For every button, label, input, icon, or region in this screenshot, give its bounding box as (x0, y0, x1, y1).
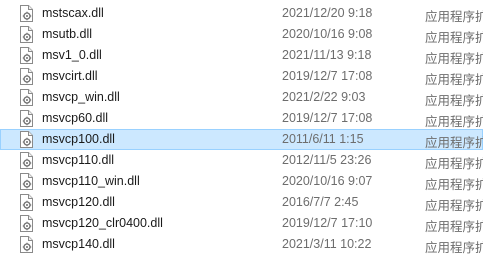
dll-file-icon (19, 47, 34, 64)
dll-file-icon (19, 89, 34, 106)
file-row[interactable]: msvcp110_win.dll 2020/10/16 9:07 应用程序扩 (0, 171, 483, 192)
file-date-modified: 2020/10/16 9:08 (282, 27, 373, 41)
file-row[interactable]: msv1_0.dll 2021/11/13 9:18 应用程序扩 (0, 45, 483, 66)
file-row[interactable]: msutb.dll 2020/10/16 9:08 应用程序扩 (0, 24, 483, 45)
file-date-modified: 2016/7/7 2:45 (282, 195, 359, 209)
file-name: msvcp120.dll (42, 195, 115, 209)
dll-file-icon (19, 68, 34, 85)
file-type: 应用程序扩 (425, 31, 483, 45)
dll-file-icon (19, 26, 34, 43)
file-row[interactable]: msvcp_win.dll 2021/2/22 9:03 应用程序扩 (0, 87, 483, 108)
file-row[interactable]: msvcirt.dll 2019/12/7 17:08 应用程序扩 (0, 66, 483, 87)
file-name: msvcirt.dll (42, 69, 98, 83)
file-date-modified: 2021/12/20 9:18 (282, 6, 373, 20)
file-name: msvcp110_win.dll (42, 174, 140, 188)
file-date-modified: 2012/11/5 23:26 (282, 153, 372, 167)
file-type: 应用程序扩 (425, 52, 483, 66)
file-list: mstscax.dll 2021/12/20 9:18 应用程序扩 msutb.dl… (0, 0, 483, 257)
file-name: mstscax.dll (42, 6, 104, 20)
dll-file-icon (19, 173, 34, 190)
file-row[interactable]: mstscax.dll 2021/12/20 9:18 应用程序扩 (0, 3, 483, 24)
file-type: 应用程序扩 (425, 178, 483, 192)
file-row[interactable]: msvcp120.dll 2016/7/7 2:45 应用程序扩 (0, 192, 483, 213)
file-name: msvcp110.dll (42, 153, 115, 167)
dll-file-icon (19, 5, 34, 22)
file-name: msvcp60.dll (42, 111, 108, 125)
file-name: msvcp_win.dll (42, 90, 120, 104)
file-name: msutb.dll (42, 27, 93, 41)
file-type: 应用程序扩 (425, 94, 483, 108)
file-date-modified: 2021/2/22 9:03 (282, 90, 366, 104)
dll-file-icon (19, 152, 34, 169)
dll-file-icon (19, 215, 34, 232)
file-row[interactable]: msvcp120_clr0400.dll 2019/12/7 17:10 应用程序扩 (0, 213, 483, 234)
dll-file-icon (19, 110, 34, 127)
file-date-modified: 2020/10/16 9:07 (282, 174, 373, 188)
file-row[interactable]: msvcp60.dll 2019/12/7 17:08 应用程序扩 (0, 108, 483, 129)
file-name: msvcp120_clr0400.dll (42, 216, 163, 230)
file-type: 应用程序扩 (425, 10, 483, 24)
file-type: 应用程序扩 (425, 115, 483, 129)
file-name: msvcp100.dll (42, 132, 115, 146)
file-date-modified: 2019/12/7 17:08 (282, 111, 373, 125)
file-type: 应用程序扩 (425, 241, 483, 255)
file-type: 应用程序扩 (425, 136, 483, 150)
file-type: 应用程序扩 (425, 199, 483, 213)
file-type: 应用程序扩 (425, 73, 483, 87)
file-date-modified: 2021/3/11 10:22 (282, 237, 372, 251)
file-date-modified: 2019/12/7 17:08 (282, 69, 373, 83)
file-name: msvcp140.dll (42, 237, 115, 251)
file-type: 应用程序扩 (425, 157, 483, 171)
dll-file-icon (19, 236, 34, 253)
file-row[interactable]: msvcp140.dll 2021/3/11 10:22 应用程序扩 (0, 234, 483, 255)
file-row[interactable]: msvcp100.dll 2011/6/11 1:15 应用程序扩 (0, 129, 483, 150)
file-date-modified: 2021/11/13 9:18 (282, 48, 372, 62)
file-date-modified: 2011/6/11 1:15 (282, 132, 364, 146)
file-row[interactable]: msvcp110.dll 2012/11/5 23:26 应用程序扩 (0, 150, 483, 171)
file-type: 应用程序扩 (425, 220, 483, 234)
dll-file-icon (19, 194, 34, 211)
file-date-modified: 2019/12/7 17:10 (282, 216, 373, 230)
file-name: msv1_0.dll (42, 48, 102, 62)
dll-file-icon (19, 131, 34, 148)
